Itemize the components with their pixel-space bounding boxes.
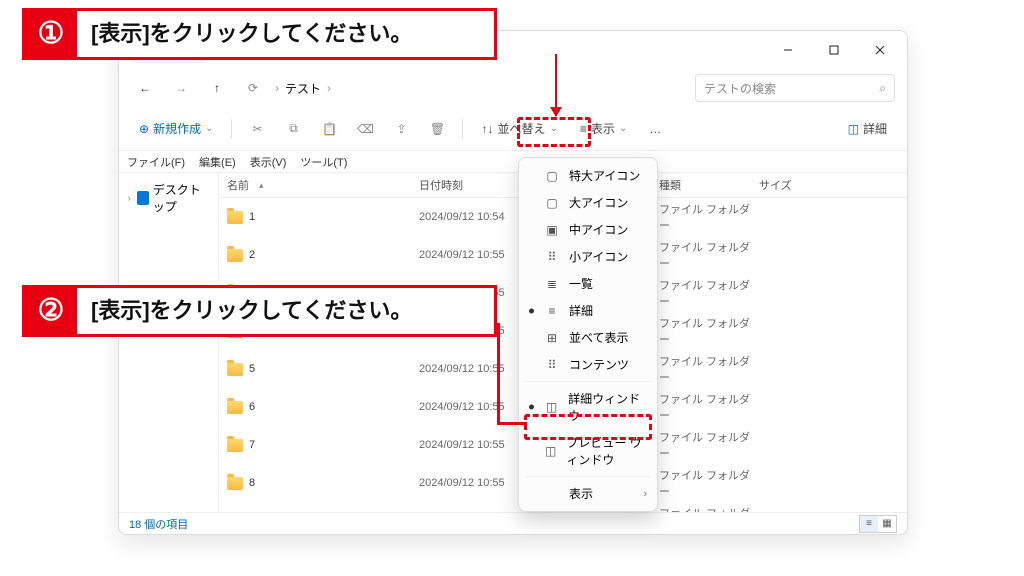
menu-file[interactable]: ファイル(F) — [127, 154, 185, 170]
copy-button[interactable]: ⧉ — [278, 114, 308, 144]
view-option-icon: ≡ — [545, 304, 559, 318]
menu-item[interactable]: ◫詳細ウィンドウ — [519, 385, 657, 429]
col-type[interactable]: 種類 — [659, 177, 759, 193]
explorer-window: テスト ✕ ＋ ← → ↑ ⟳ › テスト › テストの検索 ⌕ ⊕新規作成⌄ … — [118, 30, 908, 535]
view-option-icon: ≣ — [545, 277, 559, 291]
callout-1: ① [表示]をクリックしてください。 — [22, 8, 497, 60]
menu-item[interactable]: ▣中アイコン — [519, 216, 657, 243]
callout-2: ② [表示]をクリックしてください。 — [22, 285, 497, 337]
menu-show-submenu[interactable]: 表示 › — [519, 480, 657, 507]
menu-tool[interactable]: ツール(T) — [300, 154, 347, 170]
copy-icon: ⧉ — [289, 121, 298, 136]
folder-icon — [227, 249, 243, 262]
view-toggle[interactable]: ≡▦ — [859, 515, 897, 533]
share-icon: ⇪ — [396, 122, 406, 136]
view-option-icon: ⠿ — [545, 250, 559, 264]
folder-icon — [227, 477, 243, 490]
folder-icon — [227, 363, 243, 376]
nav-pane: › デスクトップ — [119, 173, 219, 512]
list-icon: ≡ — [580, 122, 587, 136]
callout-1-text: [表示]をクリックしてください。 — [77, 11, 426, 57]
address-bar: ← → ↑ ⟳ › テスト › テストの検索 ⌕ — [119, 69, 907, 107]
details-view-icon[interactable]: ≡ — [860, 516, 878, 532]
menu-item[interactable]: ▢特大アイコン — [519, 162, 657, 189]
close-button[interactable] — [857, 34, 903, 66]
pane-option-icon: ◫ — [545, 400, 558, 414]
view-option-icon: ⊞ — [545, 331, 559, 345]
status-bar: 18 個の項目 ≡▦ — [119, 512, 907, 534]
folder-icon — [227, 401, 243, 414]
menu-item[interactable]: ≣一覧 — [519, 270, 657, 297]
clipboard-icon: 📋 — [322, 122, 337, 136]
chevron-right-icon: › — [643, 488, 647, 500]
icons-view-icon[interactable]: ▦ — [878, 516, 896, 532]
nav-desktop[interactable]: › デスクトップ — [123, 177, 214, 219]
pane-icon: ◫ — [848, 122, 859, 136]
sort-asc-icon: ▴ — [259, 180, 264, 191]
detail-pane-button[interactable]: ◫詳細 — [840, 114, 895, 144]
chevron-icon: › — [275, 81, 279, 95]
scissors-icon: ✂ — [252, 122, 262, 136]
col-size[interactable]: サイズ — [759, 177, 809, 193]
search-icon: ⌕ — [879, 81, 886, 96]
menu-item[interactable]: ⊞並べて表示 — [519, 324, 657, 351]
search-placeholder: テストの検索 — [704, 80, 776, 97]
callout-1-number: ① — [25, 11, 77, 57]
sort-icon: ↑↓ — [481, 122, 493, 136]
status-text: 18 個の項目 — [129, 516, 188, 532]
paste-button[interactable]: 📋 — [314, 114, 344, 144]
up-button[interactable]: ↑ — [203, 74, 231, 102]
view-option-icon: ▢ — [545, 196, 559, 210]
annotation-connector-2 — [497, 323, 527, 425]
forward-button[interactable]: → — [167, 74, 195, 102]
search-input[interactable]: テストの検索 ⌕ — [695, 74, 895, 102]
back-button[interactable]: ← — [131, 74, 159, 102]
view-button[interactable]: ≡表示⌄ — [572, 114, 635, 144]
menu-item[interactable]: ⠿コンテンツ — [519, 351, 657, 378]
menu-item[interactable]: ⠿小アイコン — [519, 243, 657, 270]
sort-button[interactable]: ↑↓並べ替え⌄ — [473, 114, 565, 144]
view-option-icon: ▣ — [545, 223, 559, 237]
callout-2-text: [表示]をクリックしてください。 — [77, 288, 426, 334]
pane-option-icon: ◫ — [545, 444, 556, 458]
refresh-button[interactable]: ⟳ — [239, 74, 267, 102]
view-option-icon: ▢ — [545, 169, 559, 183]
desktop-icon — [137, 191, 149, 205]
toolbar: ⊕新規作成⌄ ✂ ⧉ 📋 ⌫ ⇪ 🗑 ↑↓並べ替え⌄ ≡表示⌄ … ◫詳細 — [119, 107, 907, 151]
menu-item[interactable]: ▢大アイコン — [519, 189, 657, 216]
annotation-arrow-1 — [555, 54, 557, 116]
cut-button[interactable]: ✂ — [242, 114, 272, 144]
breadcrumb[interactable]: › テスト › — [275, 80, 687, 97]
folder-icon — [227, 211, 243, 224]
plus-circle-icon: ⊕ — [139, 122, 149, 136]
crumb[interactable]: テスト — [285, 80, 321, 97]
callout-2-number: ② — [25, 288, 77, 334]
view-dropdown: ▢特大アイコン▢大アイコン▣中アイコン⠿小アイコン≣一覧≡詳細⊞並べて表示⠿コン… — [518, 157, 658, 512]
delete-button[interactable]: 🗑 — [422, 114, 452, 144]
menu-item[interactable]: ◫プレビュー ウィンドウ — [519, 429, 657, 473]
chevron-icon: › — [327, 81, 331, 95]
view-option-icon: ⠿ — [545, 358, 559, 372]
minimize-button[interactable] — [765, 34, 811, 66]
more-button[interactable]: … — [641, 114, 669, 144]
rename-icon: ⌫ — [357, 122, 374, 136]
col-name[interactable]: 名前▴ — [219, 177, 419, 193]
menu-view[interactable]: 表示(V) — [250, 154, 287, 170]
caret-icon: › — [125, 193, 133, 204]
new-button[interactable]: ⊕新規作成⌄ — [131, 114, 221, 144]
menubar: ファイル(F) 編集(E) 表示(V) ツール(T) — [119, 151, 907, 173]
menu-edit[interactable]: 編集(E) — [199, 154, 236, 170]
folder-icon — [227, 439, 243, 452]
trash-icon: 🗑 — [430, 122, 445, 136]
share-button[interactable]: ⇪ — [386, 114, 416, 144]
maximize-button[interactable] — [811, 34, 857, 66]
rename-button[interactable]: ⌫ — [350, 114, 380, 144]
menu-item[interactable]: ≡詳細 — [519, 297, 657, 324]
